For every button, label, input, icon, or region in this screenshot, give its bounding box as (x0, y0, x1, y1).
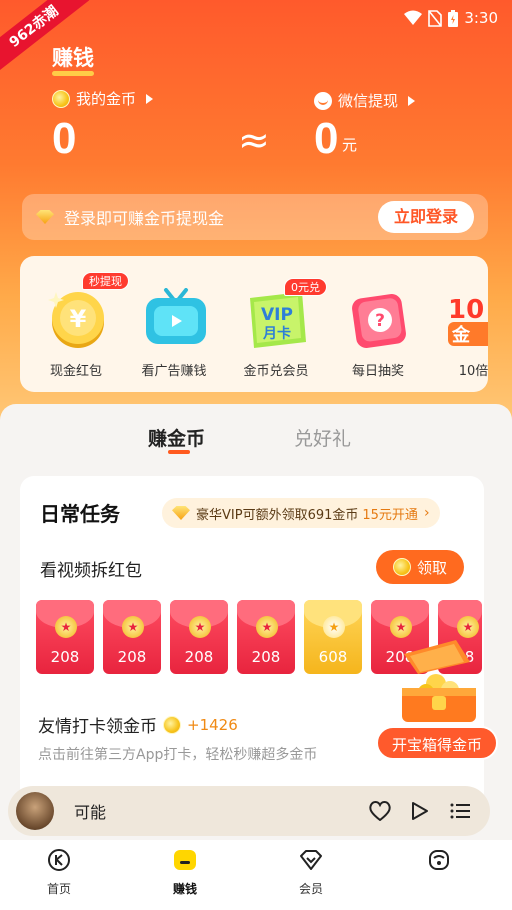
red-envelope[interactable]: ★208 (170, 600, 228, 674)
chevron-right-icon: › (423, 505, 430, 521)
chevron-right-icon (408, 95, 416, 106)
login-prompt: 登录即可赚金币提现金 (64, 209, 225, 228)
treasure-chest-icon[interactable] (396, 634, 480, 726)
mini-player[interactable]: 可能 (8, 786, 490, 836)
feature-label: 现金红包 (49, 364, 102, 379)
vip-price: 15元开通 (362, 507, 418, 523)
envelope-amount: 208 (50, 648, 80, 666)
feature-tag: 0元兑 (284, 278, 327, 296)
open-chest-button[interactable]: 开宝箱得金币 (376, 726, 498, 760)
video-task-title: 看视频拆红包 (40, 561, 142, 581)
coin-icon: ¥ (48, 292, 104, 348)
checkin-task[interactable]: 友情打卡领金币 +1426 (38, 712, 238, 737)
nav-home[interactable]: 首页 (24, 848, 94, 897)
nav-label: 会员 (298, 882, 323, 896)
tab-earn-coins[interactable]: 赚金币 (148, 424, 205, 451)
coin-icon (163, 715, 181, 734)
album-cover (16, 792, 54, 830)
feature-label: 每日抽奖 (351, 364, 404, 379)
vip-card-icon: VIP 月卡 (250, 292, 306, 348)
ten-times-icon: 10 金 (448, 295, 488, 346)
wechat-withdraw-label: 微信提现 (338, 92, 399, 110)
profile-icon (429, 850, 449, 870)
nav-earn[interactable]: 赚钱 (150, 848, 220, 897)
envelope-amount: 208 (117, 648, 147, 666)
my-coins-label: 我的金币 (76, 90, 137, 108)
red-envelope[interactable]: ★208 (103, 600, 161, 674)
coin-icon (392, 558, 411, 576)
wechat-icon (314, 91, 332, 110)
home-icon (48, 849, 70, 871)
feature-label: 金币兑会员 (243, 364, 309, 379)
coin-icon (52, 89, 70, 108)
nav-profile[interactable] (404, 848, 474, 880)
my-coins-link[interactable]: 我的金币 (52, 88, 154, 109)
red-envelope[interactable]: ★208 (36, 600, 94, 674)
play-icon[interactable] (402, 793, 438, 829)
song-title: 可能 (74, 803, 107, 822)
checkin-description: 点击前往第三方App打卡，轻松秒赚超多金币 (38, 747, 318, 763)
playlist-icon[interactable] (442, 793, 478, 829)
tab-redeem-gifts[interactable]: 兑好礼 (294, 424, 351, 451)
page-title: 赚钱 (52, 42, 94, 76)
feature-tag: 秒提现 (82, 272, 129, 290)
app-screen: 962赤潮 3:30 赚钱 我的金币 0 ≈ 微信提现 0 元 登录即可赚金币提… (0, 0, 512, 910)
status-time: 3:30 (464, 9, 498, 27)
cash-value: 0 (314, 114, 339, 163)
battery-icon (448, 9, 459, 27)
diamond-icon (36, 210, 54, 224)
feature-label: 10倍赚 (458, 364, 488, 379)
vip-upgrade-banner[interactable]: 豪华VIP可额外领取691金币 15元开通 › (162, 498, 440, 528)
claim-label: 领取 (416, 558, 447, 577)
wechat-withdraw-link[interactable]: 微信提现 (314, 90, 416, 111)
heart-icon[interactable] (362, 793, 398, 829)
nav-membership[interactable]: 会员 (276, 848, 346, 897)
mystery-box-icon: ? (352, 294, 406, 348)
nav-label: 首页 (46, 882, 71, 896)
envelope-amount: 208 (184, 648, 214, 666)
bottom-navigation: 首页 赚钱 会员 (0, 840, 512, 910)
checkin-title: 友情打卡领金币 (38, 717, 157, 737)
claim-button[interactable]: 领取 (376, 550, 464, 584)
svg-text:金: 金 (451, 324, 471, 346)
svg-text:VIP: VIP (261, 305, 293, 325)
no-sim-icon (428, 9, 443, 27)
svg-text:10: 10 (448, 295, 484, 325)
status-bar: 3:30 (404, 8, 498, 28)
gold-envelope[interactable]: ★ 608 (304, 600, 362, 674)
daily-tasks-title: 日常任务 (40, 502, 120, 526)
nav-label: 赚钱 (172, 882, 197, 896)
chevron-right-icon (146, 93, 154, 104)
svg-text:¥: ¥ (70, 305, 87, 333)
red-envelope[interactable]: ★208 (237, 600, 295, 674)
active-tab-indicator (168, 450, 190, 454)
diamond-outline-icon (300, 850, 322, 870)
svg-text:?: ? (375, 311, 385, 331)
feature-grid: ¥ 秒提现 现金红包 看广告赚钱 VIP 月卡 0元兑 金币兑会员 ? 每日抽奖… (20, 256, 488, 392)
feature-label: 看广告赚钱 (141, 364, 207, 379)
tv-icon (146, 288, 206, 344)
envelope-amount: 608 (318, 648, 348, 666)
vip-promo-text: 豪华VIP可额外领取691金币 (196, 507, 359, 523)
wifi-icon (404, 10, 423, 26)
approx-symbol: ≈ (238, 118, 270, 162)
envelope-amount: 208 (251, 648, 281, 666)
cash-unit: 元 (342, 136, 358, 154)
svg-text:月卡: 月卡 (262, 325, 291, 342)
login-banner: 登录即可赚金币提现金 立即登录 (22, 194, 488, 240)
checkin-reward: +1426 (187, 715, 238, 734)
login-button[interactable]: 立即登录 (378, 201, 474, 233)
coins-value: 0 (52, 114, 77, 163)
diamond-icon (172, 506, 190, 520)
earn-icon (174, 850, 196, 870)
